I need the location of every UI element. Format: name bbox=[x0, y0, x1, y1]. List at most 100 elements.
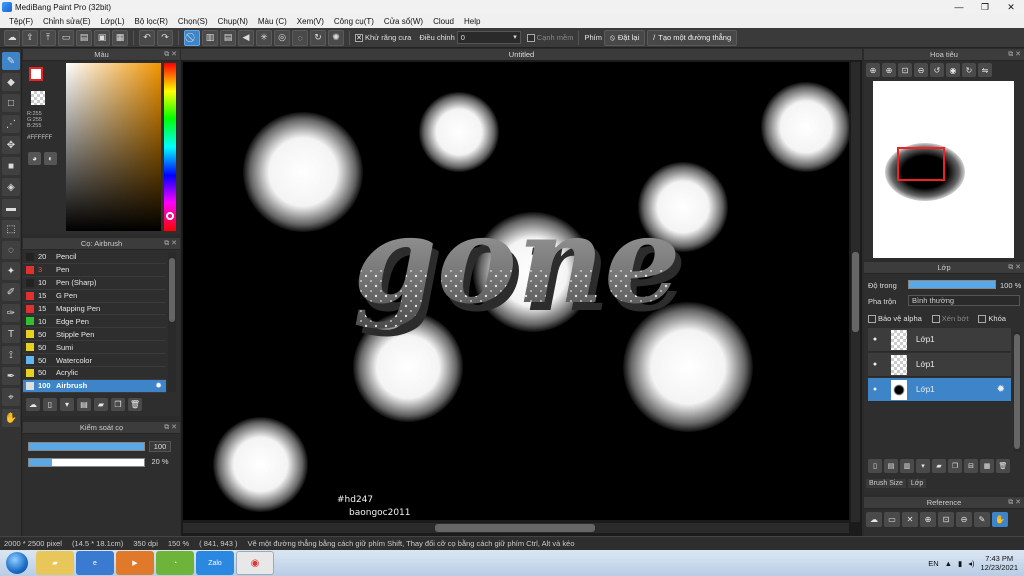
foreground-swatch[interactable] bbox=[29, 67, 43, 81]
undo-icon[interactable]: ↶ bbox=[139, 29, 155, 46]
panel-controls-icon[interactable]: ⧉ ✕ bbox=[1008, 263, 1021, 272]
duplicate-icon[interactable]: ❐ bbox=[111, 398, 125, 411]
brush-item-pencil[interactable]: 20 Pencil bbox=[23, 251, 166, 264]
tray-arrow-icon[interactable]: ▲ bbox=[945, 559, 952, 568]
hand-icon[interactable]: ✋ bbox=[992, 512, 1008, 527]
new-layer-icon[interactable]: ▯ bbox=[868, 459, 882, 473]
blend-mode-select[interactable]: Bình thường bbox=[908, 295, 1020, 306]
cloud-brush-icon[interactable]: ☁ bbox=[26, 398, 40, 411]
fit-icon[interactable]: ⊡ bbox=[938, 512, 954, 527]
clipping-checkbox[interactable]: Xén bớt bbox=[931, 314, 968, 323]
adjust-select[interactable]: 0 bbox=[456, 31, 521, 44]
close-button[interactable]: ✕ bbox=[998, 0, 1024, 14]
move-tool-icon[interactable]: ✥ bbox=[2, 136, 20, 154]
layer-opacity-slider[interactable] bbox=[908, 280, 996, 289]
brush-item-edge-pen[interactable]: 10 Edge Pen bbox=[23, 315, 166, 329]
antialias-checkbox[interactable]: ✕ Khử răng cưa bbox=[355, 33, 411, 42]
menu-help[interactable]: Help bbox=[459, 17, 485, 26]
canvas-vertical-scrollbar[interactable] bbox=[851, 62, 860, 522]
coccoc-icon[interactable]: ◔ bbox=[156, 551, 194, 575]
brush-item-g-pen[interactable]: 15 G Pen bbox=[23, 290, 166, 303]
menu-window[interactable]: Cửa sổ(W) bbox=[379, 17, 428, 26]
straight-line-button[interactable]: / Tạo một đường thẳng bbox=[647, 29, 738, 46]
zoom-in-icon[interactable]: ⊕ bbox=[920, 512, 936, 527]
brush-list-scrollbar[interactable] bbox=[168, 252, 176, 392]
select-pen-icon[interactable]: ✐ bbox=[2, 283, 20, 301]
eyedropper-icon[interactable]: ✎ bbox=[974, 512, 990, 527]
minimize-button[interactable]: — bbox=[946, 0, 972, 14]
brush-size-value[interactable]: 100 bbox=[149, 441, 171, 452]
menu-edit[interactable]: Chỉnh sửa(E) bbox=[38, 17, 96, 26]
lock-checkbox[interactable]: Khóa bbox=[978, 314, 1006, 323]
protect-alpha-checkbox[interactable]: Bảo vệ alpha bbox=[868, 314, 922, 323]
brush-item-watercolor[interactable]: 50 Watercolor bbox=[23, 354, 166, 368]
text-tool-icon[interactable]: T bbox=[2, 325, 20, 343]
snap-settings-icon[interactable]: ✺ bbox=[328, 29, 344, 46]
trash-icon[interactable]: 🗑 bbox=[128, 398, 142, 411]
divide-tool-icon[interactable]: ⟟ bbox=[2, 346, 20, 364]
panel-controls-icon[interactable]: ⧉ ✕ bbox=[164, 423, 177, 432]
scrollbar-thumb[interactable] bbox=[169, 258, 175, 322]
new-8bit-layer-icon[interactable]: ▥ bbox=[900, 459, 914, 473]
menu-cloud[interactable]: Cloud bbox=[428, 17, 459, 26]
curve-snap-icon[interactable]: ◌ bbox=[292, 29, 308, 46]
select-eraser-icon[interactable]: ✑ bbox=[2, 304, 20, 322]
folder-icon[interactable]: ▰ bbox=[94, 398, 108, 411]
magic-wand-icon[interactable]: ✦ bbox=[2, 262, 20, 280]
zoom-out-icon[interactable]: ⊖ bbox=[914, 63, 928, 77]
brush-item-airbrush[interactable]: 100 Airbrush ✹ bbox=[23, 379, 166, 393]
tab-layer[interactable]: Lớp bbox=[907, 479, 927, 488]
brush-opacity-slider[interactable] bbox=[28, 458, 145, 467]
radial-snap-icon[interactable]: ✳ bbox=[256, 29, 272, 46]
layer-list-scrollbar[interactable] bbox=[1013, 332, 1021, 452]
rotate-left-icon[interactable]: ↺ bbox=[930, 63, 944, 77]
document-tab[interactable]: Untitled bbox=[181, 49, 862, 60]
scrollbar-thumb[interactable] bbox=[1014, 334, 1020, 449]
palette-icon[interactable]: ◕ bbox=[28, 152, 41, 165]
bucket-tool-icon[interactable]: ◈ bbox=[2, 178, 20, 196]
soft-edge-checkbox[interactable]: Cạnh mềm bbox=[526, 33, 573, 42]
brush-menu-icon[interactable]: ▾ bbox=[60, 398, 74, 411]
grid-icon[interactable]: ▦ bbox=[112, 29, 128, 46]
comment-icon[interactable]: ▭ bbox=[58, 29, 74, 46]
gradient-tool-icon[interactable]: ▬ bbox=[2, 199, 20, 217]
menu-filter[interactable]: Bộ lọc(R) bbox=[130, 17, 173, 26]
menu-snap[interactable]: Chụp(N) bbox=[213, 17, 253, 26]
copy-brush-icon[interactable]: ▤ bbox=[77, 398, 91, 411]
brush-size-slider[interactable] bbox=[28, 442, 145, 451]
gear-icon[interactable]: ✹ bbox=[155, 381, 162, 390]
viewport-rectangle[interactable] bbox=[897, 147, 945, 181]
eraser-tool-icon[interactable]: ◆ bbox=[2, 73, 20, 91]
rect-tool-icon[interactable]: □ bbox=[2, 94, 20, 112]
hand-tool-icon[interactable]: ✋ bbox=[2, 409, 20, 427]
visibility-icon[interactable]: ● bbox=[868, 336, 882, 343]
brush-item-acrylic[interactable]: 50 Acrylic bbox=[23, 367, 166, 380]
new-brush-icon[interactable]: ▯ bbox=[43, 398, 57, 411]
merge-layer-icon[interactable]: ⊟ bbox=[964, 459, 978, 473]
brush-item-pen-sharp[interactable]: 10 Pen (Sharp) bbox=[23, 277, 166, 290]
rotate-right-icon[interactable]: ↻ bbox=[962, 63, 976, 77]
start-button[interactable] bbox=[0, 550, 34, 576]
export-icon[interactable]: ▣ bbox=[94, 29, 110, 46]
panel-controls-icon[interactable]: ⧉ ✕ bbox=[164, 239, 177, 248]
menu-layer[interactable]: Lớp(L) bbox=[96, 17, 130, 26]
panel-controls-icon[interactable]: ⧉ ✕ bbox=[1008, 498, 1021, 507]
brush-tool-icon[interactable]: ✎ bbox=[2, 52, 20, 70]
network-icon[interactable]: ▮ bbox=[958, 559, 962, 568]
navigator-preview[interactable] bbox=[873, 81, 1014, 258]
saturation-value-picker[interactable] bbox=[66, 63, 161, 231]
reset-button[interactable]: ⦸ Đặt lại bbox=[603, 29, 646, 46]
select-tool-icon[interactable]: ⬚ bbox=[2, 220, 20, 238]
fit-icon[interactable]: ⊡ bbox=[898, 63, 912, 77]
upload-icon[interactable]: ⤒ bbox=[40, 29, 56, 46]
hue-slider-knob[interactable] bbox=[166, 212, 174, 220]
cloud-icon[interactable]: ☁ bbox=[4, 29, 20, 46]
maximize-button[interactable]: ❐ bbox=[972, 0, 998, 14]
brush-item-stipple-pen[interactable]: 50 Stipple Pen bbox=[23, 328, 166, 342]
folder-icon[interactable]: ▰ bbox=[932, 459, 946, 473]
zoom-in-icon[interactable]: ⊕ bbox=[866, 63, 880, 77]
ie-icon[interactable]: e bbox=[76, 551, 114, 575]
menu-view[interactable]: Xem(V) bbox=[292, 17, 329, 26]
hue-slider[interactable] bbox=[164, 63, 176, 231]
scrollbar-thumb[interactable] bbox=[435, 524, 595, 532]
